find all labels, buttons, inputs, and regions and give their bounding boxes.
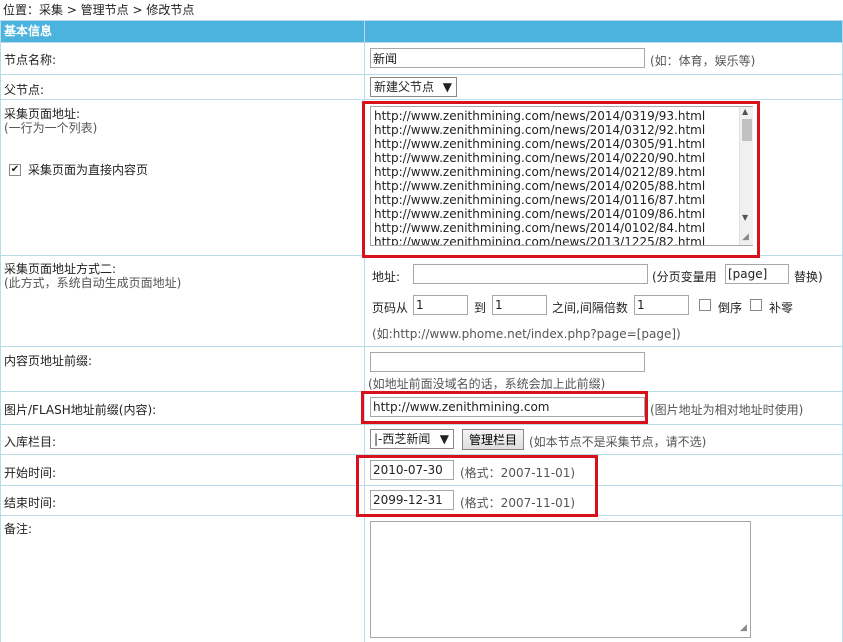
node-name-label: 节点名称: (4, 53, 57, 67)
manage-column-button[interactable]: 管理栏目 (462, 429, 525, 450)
section-header: 基本信息 (0, 20, 843, 43)
pad-zero-label: 补零 (769, 301, 794, 315)
page-var-suffix: 替换) (794, 270, 823, 284)
content-prefix-label: 内容页地址前缀: (4, 354, 93, 368)
remark-textarea[interactable] (370, 521, 751, 638)
step-label: 之间,间隔倍数 (552, 301, 628, 315)
row-node-name: 节点名称: (如：体育，娱乐等) (0, 42, 843, 75)
end-time-hint: (格式：2007-11-01) (460, 496, 576, 510)
section-title: 基本信息 (0, 20, 365, 43)
column-hint: (如本节点不是采集节点，请不选) (529, 435, 707, 449)
end-time-label: 结束时间: (4, 496, 57, 510)
resize-grip-icon[interactable]: ◢ (742, 232, 749, 242)
chevron-down-icon: ▼ (439, 432, 449, 446)
row-collect-url-2: 采集页面地址方式二: (此方式，系统自动生成页面地址) 地址: (分页变量用 替… (0, 255, 843, 347)
form-table: 基本信息 节点名称: (如：体育，娱乐等) 父节点: 新建父节点 ▼ 采集页面地… (0, 20, 843, 642)
parent-node-label: 父节点: (4, 83, 45, 97)
scrollbar-thumb[interactable] (742, 119, 752, 141)
column-value: |-西芝新闻 (374, 432, 431, 446)
scroll-up-icon[interactable]: ▲ (742, 107, 748, 116)
pad-zero-checkbox[interactable] (750, 299, 762, 311)
page-url-example: (如:http://www.phome.net/index.php?page=[… (372, 327, 681, 341)
address-label: 地址: (372, 270, 401, 284)
column-select[interactable]: |-西芝新闻 ▼ (370, 429, 454, 449)
end-time-input[interactable] (370, 490, 454, 510)
content-prefix-hint: (如地址前面没域名的话，系统会加上此前缀) (368, 377, 606, 391)
reverse-checkbox[interactable] (699, 299, 711, 311)
collect-url-textarea[interactable] (370, 106, 753, 246)
parent-node-value: 新建父节点 (374, 80, 435, 94)
start-time-input[interactable] (370, 460, 454, 480)
page-from-input[interactable] (413, 295, 468, 315)
row-column: 入库栏目: |-西芝新闻 ▼ 管理栏目 (如本节点不是采集节点，请不选) (0, 424, 843, 455)
row-remark: 备注: ◢ (0, 515, 843, 642)
collect-url-sublabel: (一行为一个列表) (4, 121, 98, 135)
node-name-input[interactable] (370, 48, 645, 68)
textarea-scrollbar[interactable]: ▲ ▼ (739, 107, 753, 245)
address-input[interactable] (413, 264, 648, 284)
parent-node-select[interactable]: 新建父节点 ▼ (370, 77, 457, 97)
column-label: 入库栏目: (4, 435, 57, 449)
start-time-label: 开始时间: (4, 466, 57, 480)
direct-content-checkbox[interactable]: ✔ (9, 162, 21, 176)
page-var-prefix: (分页变量用 (652, 270, 717, 284)
page-to-input[interactable] (492, 295, 547, 315)
remark-label: 备注: (4, 522, 33, 536)
content-prefix-input[interactable] (370, 352, 645, 372)
row-start-time: 开始时间: (格式：2007-11-01) (0, 454, 843, 486)
reverse-label: 倒序 (718, 301, 743, 315)
row-image-prefix: 图片/FLASH地址前缀(内容): (图片地址为相对地址时使用) (0, 391, 843, 425)
node-name-hint: (如：体育，娱乐等) (650, 54, 756, 68)
direct-content-label: 采集页面为直接内容页 (28, 163, 149, 177)
image-prefix-input[interactable] (370, 397, 645, 417)
breadcrumb: 位置：采集 > 管理节点 > 修改节点 (3, 3, 195, 17)
page-var-input[interactable] (725, 264, 789, 284)
image-prefix-label: 图片/FLASH地址前缀(内容): (4, 403, 157, 417)
row-collect-url: 采集页面地址: (一行为一个列表) ✔ 采集页面为直接内容页 ▲ ▼ ◢ (0, 99, 843, 256)
collect-url-2-sublabel: (此方式，系统自动生成页面地址) (4, 276, 182, 290)
row-content-prefix: 内容页地址前缀: (如地址前面没域名的话，系统会加上此前缀) (0, 346, 843, 392)
image-prefix-hint: (图片地址为相对地址时使用) (650, 403, 804, 417)
step-input[interactable] (634, 295, 689, 315)
chevron-down-icon: ▼ (442, 80, 452, 94)
row-end-time: 结束时间: (格式：2007-11-01) (0, 485, 843, 516)
to-label: 到 (474, 301, 487, 315)
page-from-label: 页码从 (372, 301, 409, 315)
scroll-down-icon[interactable]: ▼ (742, 213, 748, 222)
check-icon: ✔ (9, 163, 21, 176)
start-time-hint: (格式：2007-11-01) (460, 466, 576, 480)
resize-grip-icon[interactable]: ◢ (740, 623, 747, 633)
row-parent-node: 父节点: 新建父节点 ▼ (0, 74, 843, 100)
